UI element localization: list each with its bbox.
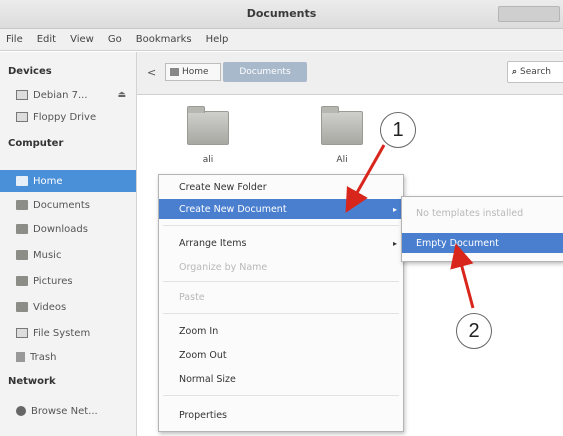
- sidebar-item-label: Pictures: [33, 275, 73, 287]
- window-title: Documents: [246, 7, 317, 20]
- folder-icon: [187, 106, 229, 145]
- menu-item-label: Arrange Items: [179, 237, 247, 249]
- menu-help[interactable]: Help: [206, 34, 229, 45]
- breadcrumb-home-label: Home: [182, 67, 209, 77]
- trash-icon: [16, 352, 25, 362]
- menu-separator: [163, 281, 399, 282]
- submenu-arrow-icon: ▸: [392, 238, 397, 248]
- sidebar-item-label: Videos: [33, 301, 67, 313]
- sidebar-item-label: Music: [33, 249, 62, 261]
- drive-icon: [16, 90, 28, 100]
- sidebar-item-pictures[interactable]: Pictures: [0, 270, 136, 292]
- sidebar-item-trash[interactable]: Trash: [0, 346, 136, 368]
- sidebar-heading-devices: Devices: [8, 66, 52, 77]
- search-icon: ⌕: [512, 67, 518, 77]
- home-icon: [170, 68, 179, 76]
- menu-item-zoom-out[interactable]: Zoom Out: [159, 345, 403, 365]
- network-icon: [16, 406, 26, 416]
- sidebar-heading-network: Network: [8, 376, 56, 387]
- sidebar-item-documents[interactable]: Documents: [0, 194, 136, 216]
- folder-icon: [16, 250, 28, 260]
- annotation-badge-1: 1: [380, 112, 416, 148]
- sidebar-item-file-system[interactable]: File System: [0, 322, 136, 344]
- menu-go[interactable]: Go: [108, 34, 122, 45]
- menu-item-zoom-in[interactable]: Zoom In: [159, 321, 403, 341]
- sidebar-item-label: Documents: [33, 199, 91, 211]
- sidebar-item-music[interactable]: Music: [0, 244, 136, 266]
- sidebar: Devices Debian 7... ⏏ Floppy Drive Compu…: [0, 52, 137, 436]
- menu-item-create-document[interactable]: Create New Document ▸: [159, 199, 403, 219]
- sidebar-item-floppy[interactable]: Floppy Drive: [0, 106, 136, 128]
- folder-icon: [16, 200, 28, 210]
- home-folder-icon: [16, 176, 28, 186]
- menu-item-organize-by-name: Organize by Name: [179, 261, 268, 273]
- menu-item-create-folder[interactable]: Create New Folder: [159, 177, 403, 197]
- annotation-badge-2: 2: [456, 313, 492, 349]
- sidebar-item-debian[interactable]: Debian 7... ⏏: [0, 84, 136, 106]
- breadcrumb-current[interactable]: Documents: [223, 62, 307, 82]
- menu-separator: [163, 395, 399, 396]
- menu-bar: File Edit View Go Bookmarks Help: [0, 29, 563, 51]
- eject-icon[interactable]: ⏏: [117, 90, 126, 100]
- search-button[interactable]: ⌕ Search: [507, 61, 563, 83]
- back-button[interactable]: <: [147, 66, 156, 79]
- sidebar-item-videos[interactable]: Videos: [0, 296, 136, 318]
- menu-item-arrange-items[interactable]: Arrange Items ▸: [159, 233, 403, 253]
- title-bar: Documents: [0, 0, 563, 29]
- folder-icon: [16, 224, 28, 234]
- sidebar-item-label: Debian 7...: [33, 89, 88, 101]
- menu-item-normal-size[interactable]: Normal Size: [159, 369, 403, 389]
- menu-item-no-templates: No templates installed: [416, 207, 524, 219]
- sidebar-item-label: Floppy Drive: [33, 111, 97, 123]
- window-controls[interactable]: [498, 6, 560, 22]
- sidebar-item-home[interactable]: Home: [0, 170, 136, 192]
- menu-edit[interactable]: Edit: [37, 34, 56, 45]
- menu-view[interactable]: View: [70, 34, 94, 45]
- menu-bookmarks[interactable]: Bookmarks: [136, 34, 192, 45]
- folder-icon: [16, 302, 28, 312]
- floppy-icon: [16, 112, 28, 122]
- sidebar-item-label: Trash: [30, 351, 57, 363]
- menu-item-label: Create New Document: [179, 203, 287, 215]
- menu-separator: [163, 225, 399, 226]
- menu-file[interactable]: File: [6, 34, 23, 45]
- folder-icon: [16, 276, 28, 286]
- file-item[interactable]: Ali: [317, 106, 367, 165]
- submenu-arrow-icon: ▸: [392, 204, 397, 214]
- sidebar-heading-computer: Computer: [8, 138, 64, 149]
- drive-icon: [16, 328, 28, 338]
- file-name: Ali: [336, 155, 348, 165]
- file-name: ali: [202, 155, 214, 165]
- menu-item-empty-document[interactable]: Empty Document: [402, 233, 563, 253]
- search-label: Search: [520, 67, 551, 77]
- sidebar-item-downloads[interactable]: Downloads: [0, 218, 136, 240]
- sidebar-item-label: File System: [33, 327, 91, 339]
- folder-icon: [321, 106, 363, 145]
- breadcrumb-home[interactable]: Home: [165, 63, 221, 81]
- location-toolbar: < Home Documents ⌕ Search: [137, 52, 563, 95]
- context-menu: Create New Folder Create New Document ▸ …: [158, 174, 404, 432]
- menu-item-paste: Paste: [179, 291, 205, 303]
- sidebar-item-label: Downloads: [33, 223, 88, 235]
- sidebar-item-label: Home: [33, 175, 63, 187]
- submenu-templates: No templates installed Empty Document: [401, 196, 563, 262]
- menu-separator: [163, 313, 399, 314]
- file-item[interactable]: ali: [183, 106, 233, 165]
- sidebar-item-browse-network[interactable]: Browse Net...: [0, 400, 136, 422]
- menu-item-properties[interactable]: Properties: [159, 405, 403, 425]
- sidebar-item-label: Browse Net...: [31, 405, 98, 417]
